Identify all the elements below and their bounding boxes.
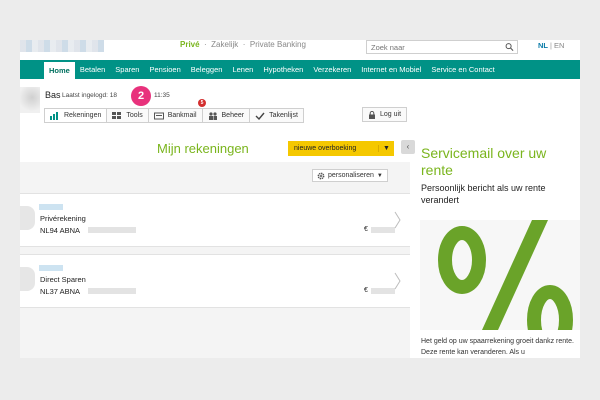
account-tabs: Rekeningen Tools Bankmail Beheer Takenli… [44,108,304,123]
ad-title[interactable]: Servicemail over uw rente [421,145,580,179]
nav-lenen[interactable]: Lenen [227,60,258,79]
segment-private-banking[interactable]: Private Banking [250,40,306,49]
tab-bankmail[interactable]: Bankmail [148,108,203,123]
search-box [366,40,518,54]
segment-links: Privé · Zakelijk · Private Banking [180,40,306,49]
account-number: NL37 ABNA [40,287,81,296]
avatar [20,87,40,113]
percent-image[interactable]: % [420,220,580,330]
nav-sparen[interactable]: Sparen [110,60,144,79]
last-login-time: 11:35 [154,92,170,99]
page-title: Mijn rekeningen [157,141,249,156]
ad-body: Het geld op uw spaarrekening groeit dank… [421,338,574,356]
account-currency: € [364,287,368,294]
nav-beleggen[interactable]: Beleggen [186,60,228,79]
nav-internet-en-mobiel[interactable]: Internet en Mobiel [356,60,426,79]
user-bar: Bas Laatst ingelogd: 18 2 11:35 Rekening… [20,83,420,129]
nav-hypotheken[interactable]: Hypotheken [258,60,308,79]
step-badge: 2 [131,86,151,106]
account-row[interactable]: Privérekening NL94 ABNA € [20,193,410,247]
tab-beheer[interactable]: Beheer [202,108,251,123]
collapse-panel-button[interactable]: ‹ [401,140,415,154]
tab-takenlijst[interactable]: Takenlijst [250,108,304,123]
accounts-header: Mijn rekeningen nieuwe overboeking ▼ [20,136,410,162]
accounts-panel: Mijn rekeningen nieuwe overboeking ▼ per… [20,136,410,358]
top-strip: Privé · Zakelijk · Private Banking NL|EN [20,40,580,57]
new-transfer-button[interactable]: nieuwe overboeking ▼ [288,141,394,156]
wallet-icon [20,206,35,230]
main-nav: Home Betalen Sparen Pensioen Beleggen Le… [20,60,580,79]
gear-icon [317,172,325,179]
mail-icon [153,112,164,119]
people-icon [208,111,217,120]
lang-en[interactable]: EN [554,41,564,50]
logout-button[interactable]: Log uit [362,107,408,122]
tab-tools[interactable]: Tools [107,108,149,123]
user-name: Bas [45,90,61,100]
bankmail-count-badge: 5 [198,99,206,107]
account-number: NL94 ABNA [40,226,81,235]
nav-pensioen[interactable]: Pensioen [144,60,185,79]
segment-prive[interactable]: Privé [180,40,200,49]
grid-icon [112,111,122,119]
account-row[interactable]: Direct Sparen NL37 ABNA € [20,254,410,308]
tab-rekeningen[interactable]: Rekeningen [44,108,108,123]
nav-service-en-contact[interactable]: Service en Contact [426,60,499,79]
chevron-down-icon[interactable]: ▼ [378,145,394,152]
bank-logo [20,40,104,52]
segment-zakelijk[interactable]: Zakelijk [211,40,238,49]
lang-nl[interactable]: NL [538,41,548,50]
chevron-down-icon: ▼ [376,172,383,179]
last-login: Laatst ingelogd: 18 [62,92,117,99]
ad-subtitle: Persoonlijk bericht als uw rente verande… [421,183,546,205]
chevron-right-icon[interactable] [394,211,402,229]
check-icon [255,112,265,120]
account-type: Direct Sparen [40,275,86,284]
search-icon[interactable] [505,42,514,52]
service-ad: Servicemail over uw rente Persoonlijk be… [420,136,580,358]
piggy-bank-icon [20,267,35,291]
browser-viewport: Privé · Zakelijk · Private Banking NL|EN… [20,40,580,358]
nav-betalen[interactable]: Betalen [75,60,110,79]
language-switch: NL | EN [538,41,565,50]
chevron-right-icon[interactable] [394,272,402,290]
account-type: Privérekening [40,214,86,223]
bar-chart-icon [50,111,58,120]
personalize-button[interactable]: personaliseren ▼ [312,169,388,182]
nav-verzekeren[interactable]: Verzekeren [308,60,356,79]
lock-icon [369,110,375,119]
account-currency: € [364,226,368,233]
search-input[interactable] [367,41,502,53]
nav-home[interactable]: Home [44,60,75,79]
percent-symbol: % [420,220,421,221]
